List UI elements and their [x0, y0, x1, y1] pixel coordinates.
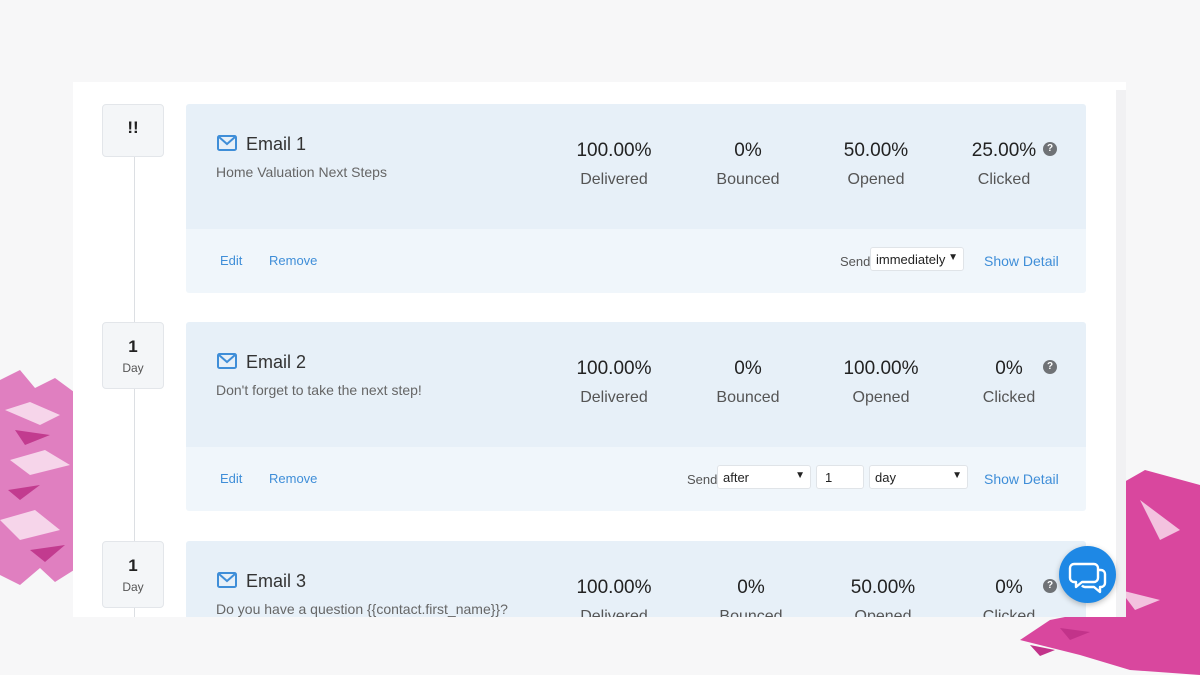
- show-detail-link[interactable]: Show Detail: [984, 253, 1059, 269]
- email-title[interactable]: Email 2: [246, 352, 306, 373]
- stat-label: Bounced: [716, 171, 780, 188]
- stat-value: 100.00%: [843, 358, 919, 379]
- stat-delivered: 100.00% Delivered: [554, 577, 674, 617]
- delay-amount-input[interactable]: 1: [816, 465, 864, 489]
- stat-value: 50.00%: [850, 577, 916, 598]
- question-circle-icon[interactable]: ?: [1043, 360, 1057, 374]
- stat-opened: 50.00% Opened: [816, 140, 936, 189]
- email-card: Email 2 Don't forget to take the next st…: [186, 322, 1086, 511]
- chat-bubbles-icon: [1068, 562, 1107, 594]
- stat-label: Bounced: [716, 389, 780, 406]
- stat-delivered: 100.00% Delivered: [554, 358, 674, 407]
- stat-delivered: 100.00% Delivered: [554, 140, 674, 189]
- select-value: immediately: [876, 252, 946, 267]
- email-sequence-panel: !! 1 Day 1 Day Email 1 Home Valuation Ne…: [73, 82, 1126, 617]
- email-subject: Don't forget to take the next step!: [216, 382, 422, 398]
- question-circle-icon[interactable]: ?: [1043, 579, 1057, 593]
- stat-bounced: 0% Bounced: [688, 140, 808, 189]
- email-title[interactable]: Email 3: [246, 571, 306, 592]
- stat-label: Opened: [852, 389, 910, 406]
- stat-bounced: 0% Bounced: [691, 577, 811, 617]
- send-timing-select[interactable]: immediately ▼: [870, 247, 964, 271]
- edit-link[interactable]: Edit: [220, 471, 242, 486]
- stat-label: Delivered: [580, 389, 648, 406]
- stat-label: Delivered: [580, 171, 648, 188]
- step-badge-delay: 1 Day: [102, 322, 164, 389]
- email-card-footer: Edit Remove Send immediately ▼ Show Deta…: [186, 229, 1086, 293]
- send-timing-select[interactable]: after ▼: [717, 465, 811, 489]
- scrollbar[interactable]: [1116, 90, 1126, 617]
- email-card: Email 1 Home Valuation Next Steps 100.00…: [186, 104, 1086, 293]
- stat-value: 100.00%: [576, 140, 652, 161]
- step-badge-immediate: !!: [102, 104, 164, 157]
- email-subject: Home Valuation Next Steps: [216, 164, 387, 180]
- email-card-header: Email 2 Don't forget to take the next st…: [186, 322, 1086, 447]
- email-card-footer: Edit Remove Send after ▼ 1 day ▼ Show De…: [186, 447, 1086, 511]
- step-badge-value: 1: [128, 337, 138, 356]
- remove-link[interactable]: Remove: [269, 253, 317, 268]
- delay-unit-select[interactable]: day ▼: [869, 465, 968, 489]
- stat-value: 0%: [737, 577, 765, 598]
- step-badge-unit: Day: [122, 361, 144, 375]
- email-card-header: Email 1 Home Valuation Next Steps 100.00…: [186, 104, 1086, 229]
- stat-label: Bounced: [719, 608, 783, 617]
- remove-link[interactable]: Remove: [269, 471, 317, 486]
- stat-value: 0%: [734, 140, 762, 161]
- step-badge-value: !!: [127, 118, 139, 137]
- envelope-icon: [217, 353, 237, 369]
- stat-label: Opened: [847, 171, 905, 188]
- decorative-paint-splash-left: [0, 370, 74, 585]
- email-card-header: Email 3 Do you have a question {{contact…: [186, 541, 1086, 617]
- edit-link[interactable]: Edit: [220, 253, 242, 268]
- send-label: Send: [687, 472, 718, 487]
- stat-label: Opened: [854, 608, 912, 617]
- stat-value: 0%: [734, 358, 762, 379]
- envelope-icon: [217, 135, 237, 151]
- stat-value: 100.00%: [576, 577, 652, 598]
- step-badge-delay: 1 Day: [102, 541, 164, 608]
- stat-label: Clicked: [982, 389, 1036, 406]
- input-value: 1: [825, 470, 833, 485]
- chat-button[interactable]: [1059, 546, 1116, 603]
- chevron-down-icon: ▼: [948, 252, 958, 263]
- step-badge-unit: Day: [122, 580, 144, 594]
- select-value: after: [723, 470, 750, 485]
- step-badge-value: 1: [128, 556, 138, 575]
- question-circle-icon[interactable]: ?: [1043, 142, 1057, 156]
- email-subject: Do you have a question {{contact.first_n…: [216, 601, 508, 617]
- stat-value: 50.00%: [843, 140, 909, 161]
- stat-label: Clicked: [977, 171, 1031, 188]
- stat-bounced: 0% Bounced: [688, 358, 808, 407]
- stat-label: Delivered: [580, 608, 648, 617]
- stat-label: Clicked: [982, 608, 1036, 617]
- chevron-down-icon: ▼: [795, 470, 805, 481]
- stat-value: 100.00%: [576, 358, 652, 379]
- select-value: day: [875, 470, 896, 485]
- stat-opened: 100.00% Opened: [821, 358, 941, 407]
- show-detail-link[interactable]: Show Detail: [984, 471, 1059, 487]
- envelope-icon: [217, 572, 237, 588]
- email-title[interactable]: Email 1: [246, 134, 306, 155]
- chevron-down-icon: ▼: [952, 470, 962, 481]
- send-label: Send: [840, 254, 871, 269]
- email-card: Email 3 Do you have a question {{contact…: [186, 541, 1086, 617]
- stat-opened: 50.00% Opened: [823, 577, 943, 617]
